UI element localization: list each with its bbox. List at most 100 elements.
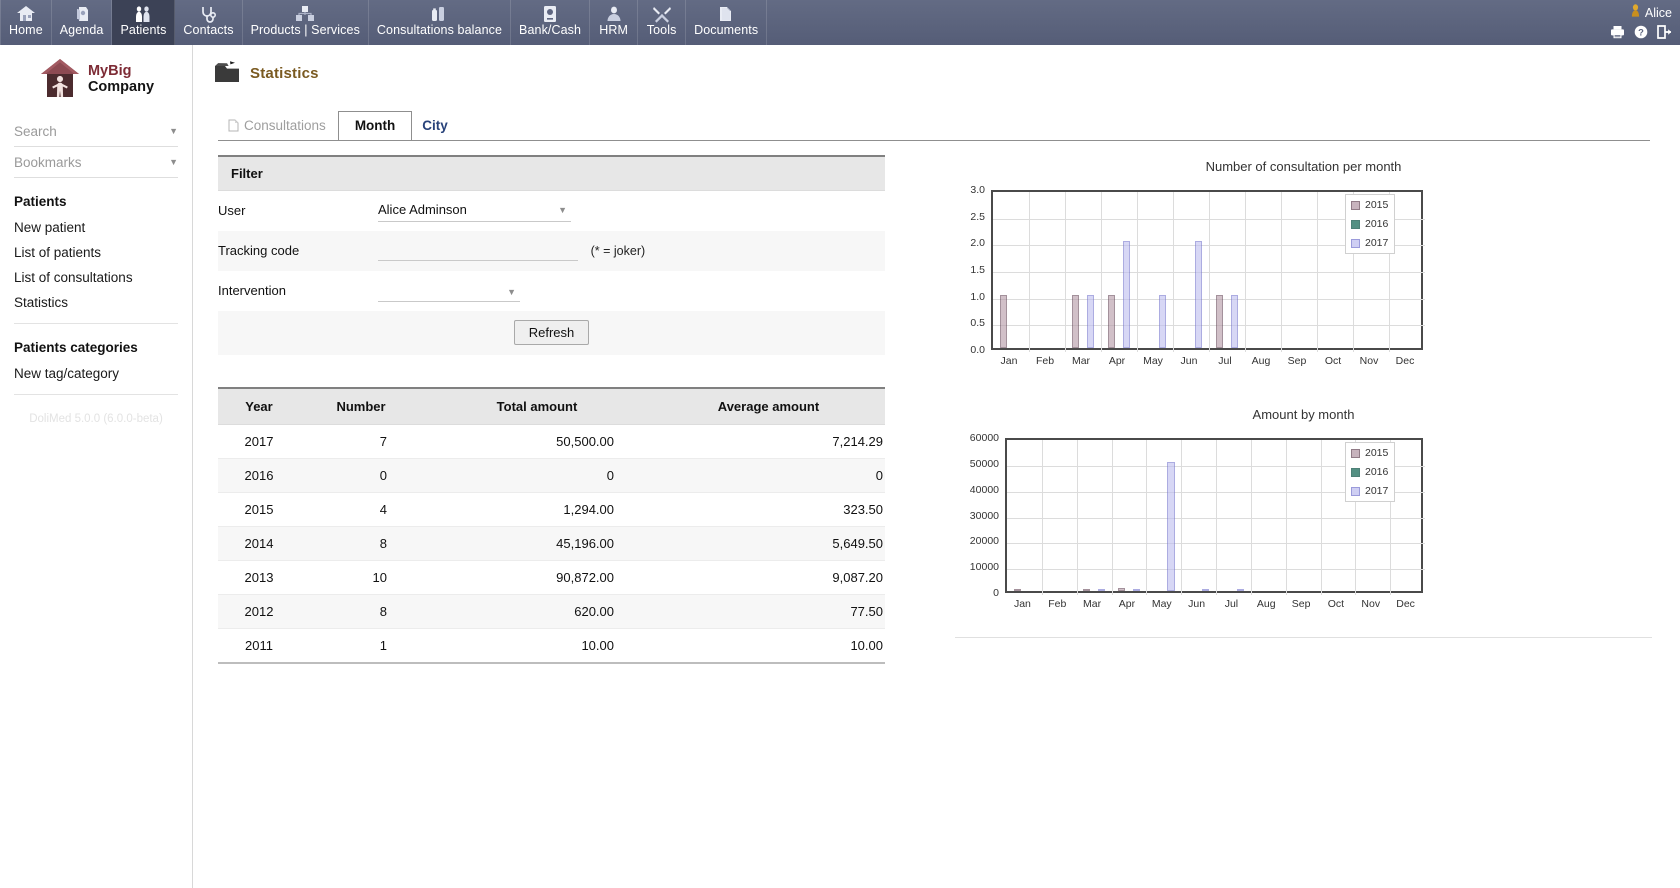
tracking-code-hint: (* = joker) [590, 243, 646, 258]
right-column: Number of consultation per month 0.0 0.5 1… [893, 155, 1680, 664]
search-select[interactable]: Search ▼ [14, 116, 178, 147]
menu-item-tools[interactable]: Tools [638, 0, 687, 45]
cell-total: 0 [422, 458, 652, 493]
cell-number: 8 [300, 594, 422, 629]
grid-line-vertical [1250, 440, 1252, 595]
tab-consultations[interactable]: Consultations [218, 112, 338, 140]
y-axis-tick-label: 2.0 [970, 237, 985, 250]
cell-number: 4 [300, 492, 422, 527]
legend-entry[interactable]: 2016 [1351, 466, 1388, 478]
menu-item-patients[interactable]: Patients [112, 0, 176, 45]
sidebar-item-list-of-patients[interactable]: List of patients [14, 240, 178, 265]
y-axis-tick-label: 60000 [969, 432, 999, 444]
menu-item-label: Contacts [183, 23, 234, 37]
legend-swatch [1351, 200, 1360, 210]
column-header-year[interactable]: Year [218, 387, 300, 425]
tab-label: Month [354, 118, 396, 133]
tracking-code-label: Tracking code [218, 243, 300, 258]
menu-item-hrm[interactable]: HRM [590, 0, 639, 45]
print-icon[interactable] [1610, 25, 1625, 39]
sidebar-item-statistics[interactable]: Statistics [14, 290, 178, 315]
top-action-icons: ? [1610, 25, 1672, 39]
x-axis-tick-label: Mar [1071, 355, 1091, 367]
main-content: Statistics Consultations Month City Filter… [193, 45, 1680, 888]
menu-item-agenda[interactable]: Agenda [52, 0, 113, 45]
cell-year: 2017 [218, 424, 300, 459]
menu-item-home[interactable]: Home [0, 0, 52, 45]
sidebar-group-title: Patients [14, 194, 67, 209]
bookmarks-select[interactable]: Bookmarks ▼ [14, 147, 178, 178]
cell-total: 1,294.00 [422, 492, 652, 527]
page-title: Statistics [250, 65, 319, 82]
column-header-number[interactable]: Number [300, 387, 422, 425]
grid-line-vertical [1209, 192, 1210, 352]
grid-line-vertical [1181, 440, 1183, 595]
help-icon[interactable]: ? [1634, 25, 1648, 39]
refresh-button[interactable]: Refresh [513, 320, 590, 345]
x-axis-tick-label: Jun [1188, 598, 1206, 610]
menu-item-contacts[interactable]: Contacts [175, 0, 243, 45]
x-axis-tick-label: Sep [1287, 355, 1307, 367]
x-axis-tick-label: Aug [1251, 355, 1271, 367]
top-menu-bar: Home Agenda Patients Contacts Products | Ser… [0, 0, 1680, 45]
grid-line-vertical [1317, 192, 1318, 352]
column-header-total-amount[interactable]: Total amount [422, 387, 652, 425]
menu-item-bank-cash[interactable]: Bank/Cash [511, 0, 591, 45]
legend-entry[interactable]: 2015 [1351, 199, 1388, 211]
grid-line-vertical [1281, 192, 1282, 352]
table-row: 2013 10 90,872.00 9,087.20 [218, 560, 885, 595]
grid-line-vertical [1146, 440, 1148, 595]
bookmarks-placeholder: Bookmarks [14, 154, 82, 170]
y-axis-tick-label: 0 [993, 587, 999, 599]
company-house-logo [38, 57, 82, 102]
cell-year: 2016 [218, 458, 300, 493]
current-user[interactable]: Alice [1630, 4, 1672, 21]
legend-swatch [1351, 238, 1360, 248]
tab-month[interactable]: Month [337, 111, 413, 141]
cell-total: 50,500.00 [422, 424, 652, 459]
logo-line-2: Company [87, 78, 155, 95]
grid-line-vertical [1245, 192, 1246, 352]
legend-entry[interactable]: 2017 [1351, 237, 1388, 249]
tab-city[interactable]: City [412, 112, 460, 140]
stethoscope-icon [197, 4, 219, 23]
menu-item-label: Products | Services [250, 23, 360, 37]
column-header-average-amount[interactable]: Average amount [652, 387, 885, 425]
intervention-label: Intervention [218, 283, 286, 298]
grid-line-vertical [1065, 192, 1066, 352]
legend-entry[interactable]: 2015 [1351, 447, 1388, 459]
x-axis-tick-label: Apr [1118, 598, 1136, 610]
menu-item-consultations-balance[interactable]: Consultations balance [369, 0, 512, 45]
x-axis-tick-label: Aug [1256, 598, 1276, 610]
sidebar-item-list-of-consultations[interactable]: List of consultations [14, 265, 178, 290]
legend-entry[interactable]: 2016 [1351, 218, 1388, 230]
company-logo[interactable]: MyBig Company [38, 57, 154, 102]
stats-table: Year Number Total amount Average amount 201… [218, 386, 885, 664]
sidebar-item-new-patient[interactable]: New patient [14, 215, 178, 240]
user-select[interactable]: Alice Adminson ▼ [378, 199, 571, 223]
x-axis-tick-label: May [1143, 355, 1163, 367]
tools-icon [651, 4, 673, 23]
user-select-value: Alice Adminson [378, 202, 467, 218]
logout-icon[interactable] [1657, 25, 1672, 39]
x-axis-tick-label: Jul [1224, 598, 1239, 610]
sidebar-item-new-tag-category[interactable]: New tag/category [14, 361, 178, 386]
menu-item-products-services[interactable]: Products | Services [243, 0, 369, 45]
y-axis-tick-label: 50000 [969, 457, 999, 470]
logo-container: MyBig Company [0, 45, 192, 116]
y-axis-tick-label: 10000 [969, 561, 999, 574]
sidebar-menu: Patients New patient List of patients List … [0, 178, 192, 395]
menu-item-documents[interactable]: Documents [686, 0, 768, 45]
products-icon [294, 4, 316, 23]
intervention-select[interactable]: ▼ [378, 284, 520, 302]
cell-total: 620.00 [422, 594, 652, 629]
tracking-code-input[interactable] [378, 240, 578, 261]
folder-statistics-icon [213, 59, 241, 88]
logo-text: MyBig Company [88, 64, 154, 94]
grid-line-vertical [1111, 440, 1113, 595]
content-columns: Filter User Alice Adminson ▼ Tracking co… [193, 155, 1680, 664]
x-axis-tick-label: Sep [1291, 598, 1311, 610]
legend-entry[interactable]: 2017 [1351, 485, 1388, 497]
logo-line-1: MyBig [87, 63, 132, 80]
patients-icon [132, 4, 154, 23]
